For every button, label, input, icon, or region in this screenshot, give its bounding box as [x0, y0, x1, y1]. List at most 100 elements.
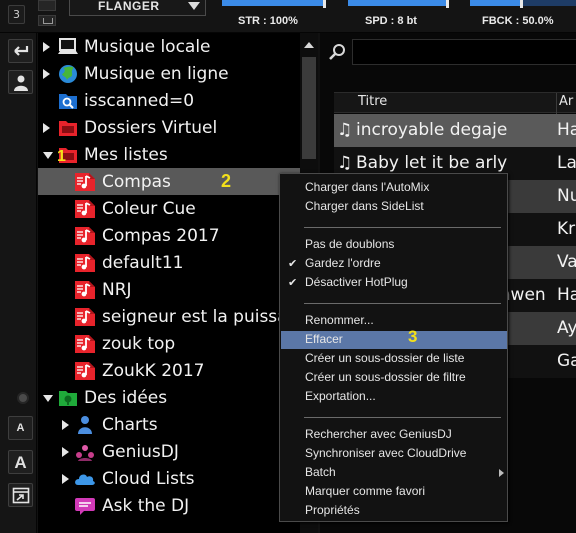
expand-arrow-icon[interactable]: [43, 42, 50, 52]
str-slider-fill: [222, 0, 326, 6]
tree-item[interactable]: ZoukK 2017: [38, 357, 300, 384]
expand-arrow-icon[interactable]: [62, 474, 69, 484]
menu-item[interactable]: Charger dans l'AutoMix: [281, 179, 507, 197]
tree-item[interactable]: Mes listes: [38, 141, 300, 168]
submenu-arrow-icon: [499, 469, 504, 477]
effect-name: FLANGER: [98, 0, 160, 13]
tree-item[interactable]: zouk top: [38, 330, 300, 357]
menu-item-label: Rechercher avec GeniusDJ: [305, 427, 452, 441]
playlist-icon: [74, 334, 96, 354]
dropdown-arrow-icon: [188, 2, 200, 10]
music-note-icon: ♫: [337, 153, 353, 173]
tree-item[interactable]: GeniusDJ: [38, 438, 300, 465]
deck-number-button[interactable]: 3: [8, 5, 25, 24]
str-slider-knob[interactable]: [323, 0, 326, 8]
menu-item[interactable]: Pas de doublons: [281, 236, 507, 254]
tree-item-label: Mes listes: [84, 145, 168, 165]
menu-item-label: Batch: [305, 465, 336, 479]
tree-item[interactable]: Musique en ligne: [38, 60, 300, 87]
spd-slider-knob[interactable]: [446, 0, 449, 8]
str-slider[interactable]: [222, 0, 326, 8]
fbck-slider-knob[interactable]: [520, 0, 523, 8]
tree-item[interactable]: Charts: [38, 411, 300, 438]
menu-item-label: Propriétés: [305, 503, 360, 517]
collapse-arrow-icon[interactable]: [43, 395, 53, 402]
menu-item[interactable]: Rechercher avec GeniusDJ: [281, 426, 507, 444]
menu-item[interactable]: Synchroniser avec CloudDrive: [281, 445, 507, 463]
window-button[interactable]: [8, 483, 33, 507]
tree-item-label: Coleur Cue: [102, 199, 196, 219]
track-artist: Ga: [557, 351, 576, 371]
search-icon[interactable]: [328, 43, 346, 61]
window-icon: [12, 487, 30, 504]
view-radio[interactable]: [17, 392, 29, 404]
tree-item[interactable]: Musique locale: [38, 33, 300, 60]
tree-item[interactable]: default11: [38, 249, 300, 276]
menu-item[interactable]: Créer un sous-dossier de filtre: [281, 369, 507, 387]
tree-item-label: NRJ: [102, 280, 132, 300]
menu-item[interactable]: Effacer: [281, 331, 507, 349]
menu-item[interactable]: Charger dans SideList: [281, 198, 507, 216]
disk-icon[interactable]: [38, 15, 56, 26]
menu-item[interactable]: Batch: [281, 464, 507, 482]
search-input[interactable]: [352, 39, 576, 65]
tree-item[interactable]: Cloud Lists: [38, 465, 300, 492]
tree-item[interactable]: Dossiers Virtuel: [38, 114, 300, 141]
track-row[interactable]: ♫ incroyable degaje Ha: [334, 114, 576, 147]
menu-item[interactable]: Marquer comme favori: [281, 483, 507, 501]
menu-item[interactable]: Renommer...: [281, 312, 507, 330]
record-icon[interactable]: [38, 0, 56, 11]
column-title[interactable]: Titre: [358, 94, 387, 109]
collapse-arrow-icon[interactable]: [43, 152, 53, 159]
font-large-button[interactable]: A: [8, 450, 33, 474]
spd-value: SPD : 8 bt: [365, 15, 417, 27]
tree-item[interactable]: isscanned=0: [38, 87, 300, 114]
back-button[interactable]: [8, 39, 33, 63]
tree-item[interactable]: Ask the DJ: [38, 492, 300, 519]
spd-slider[interactable]: [348, 0, 449, 8]
expand-arrow-icon[interactable]: [43, 69, 50, 79]
globe-icon: [57, 64, 79, 84]
search-folder-icon: [57, 91, 79, 111]
track-title: Baby let it be arly: [356, 153, 508, 173]
tree-item-label: default11: [102, 253, 184, 273]
expand-arrow-icon[interactable]: [62, 420, 69, 430]
effect-selector[interactable]: FLANGER: [69, 0, 206, 16]
menu-item[interactable]: ✔ Désactiver HotPlug: [281, 274, 507, 292]
scroll-up-icon[interactable]: [304, 42, 314, 48]
column-separator[interactable]: [556, 93, 557, 114]
list-header: Titre Ar: [334, 92, 576, 114]
menu-item-label: Charger dans SideList: [305, 199, 424, 213]
tree-item[interactable]: Des idées: [38, 384, 300, 411]
fbck-slider[interactable]: [470, 0, 576, 8]
expand-arrow-icon[interactable]: [43, 123, 50, 133]
user-button[interactable]: [8, 70, 33, 94]
menu-item-label: Pas de doublons: [305, 237, 395, 251]
font-small-icon: A: [16, 422, 25, 434]
tree-item-label: GeniusDJ: [102, 442, 179, 462]
menu-item[interactable]: ✔ Gardez l'ordre: [281, 255, 507, 273]
font-large-icon: A: [14, 453, 27, 472]
tree-item[interactable]: seigneur est la puissance: [38, 303, 318, 330]
tree-item[interactable]: NRJ: [38, 276, 300, 303]
menu-item[interactable]: Propriétés: [281, 502, 507, 520]
tree-item[interactable]: Coleur Cue: [38, 195, 300, 222]
fbck-slider-fill: [470, 0, 523, 6]
tree-item-label: ZoukK 2017: [102, 361, 205, 381]
track-title: incroyable degaje: [356, 120, 508, 140]
expand-arrow-icon[interactable]: [62, 447, 69, 457]
tree-item-label: Compas: [102, 172, 171, 192]
tree-item[interactable]: Compas: [38, 168, 300, 195]
font-small-button[interactable]: A: [8, 416, 33, 440]
tree-item[interactable]: Compas 2017: [38, 222, 300, 249]
annotation-3: 3: [408, 327, 418, 346]
playlist-icon: [74, 253, 96, 273]
tree-item-label: zouk top: [102, 334, 176, 354]
menu-item[interactable]: Exportation...: [281, 388, 507, 406]
menu-item[interactable]: Créer un sous-dossier de liste: [281, 350, 507, 368]
folder-tree: Musique locale Musique en ligne isscanned=…: [38, 33, 318, 533]
track-artist: Ha: [557, 120, 576, 140]
annotation-2: 2: [221, 171, 232, 191]
scroll-thumb[interactable]: [302, 57, 316, 159]
column-artist[interactable]: Ar: [559, 94, 573, 109]
